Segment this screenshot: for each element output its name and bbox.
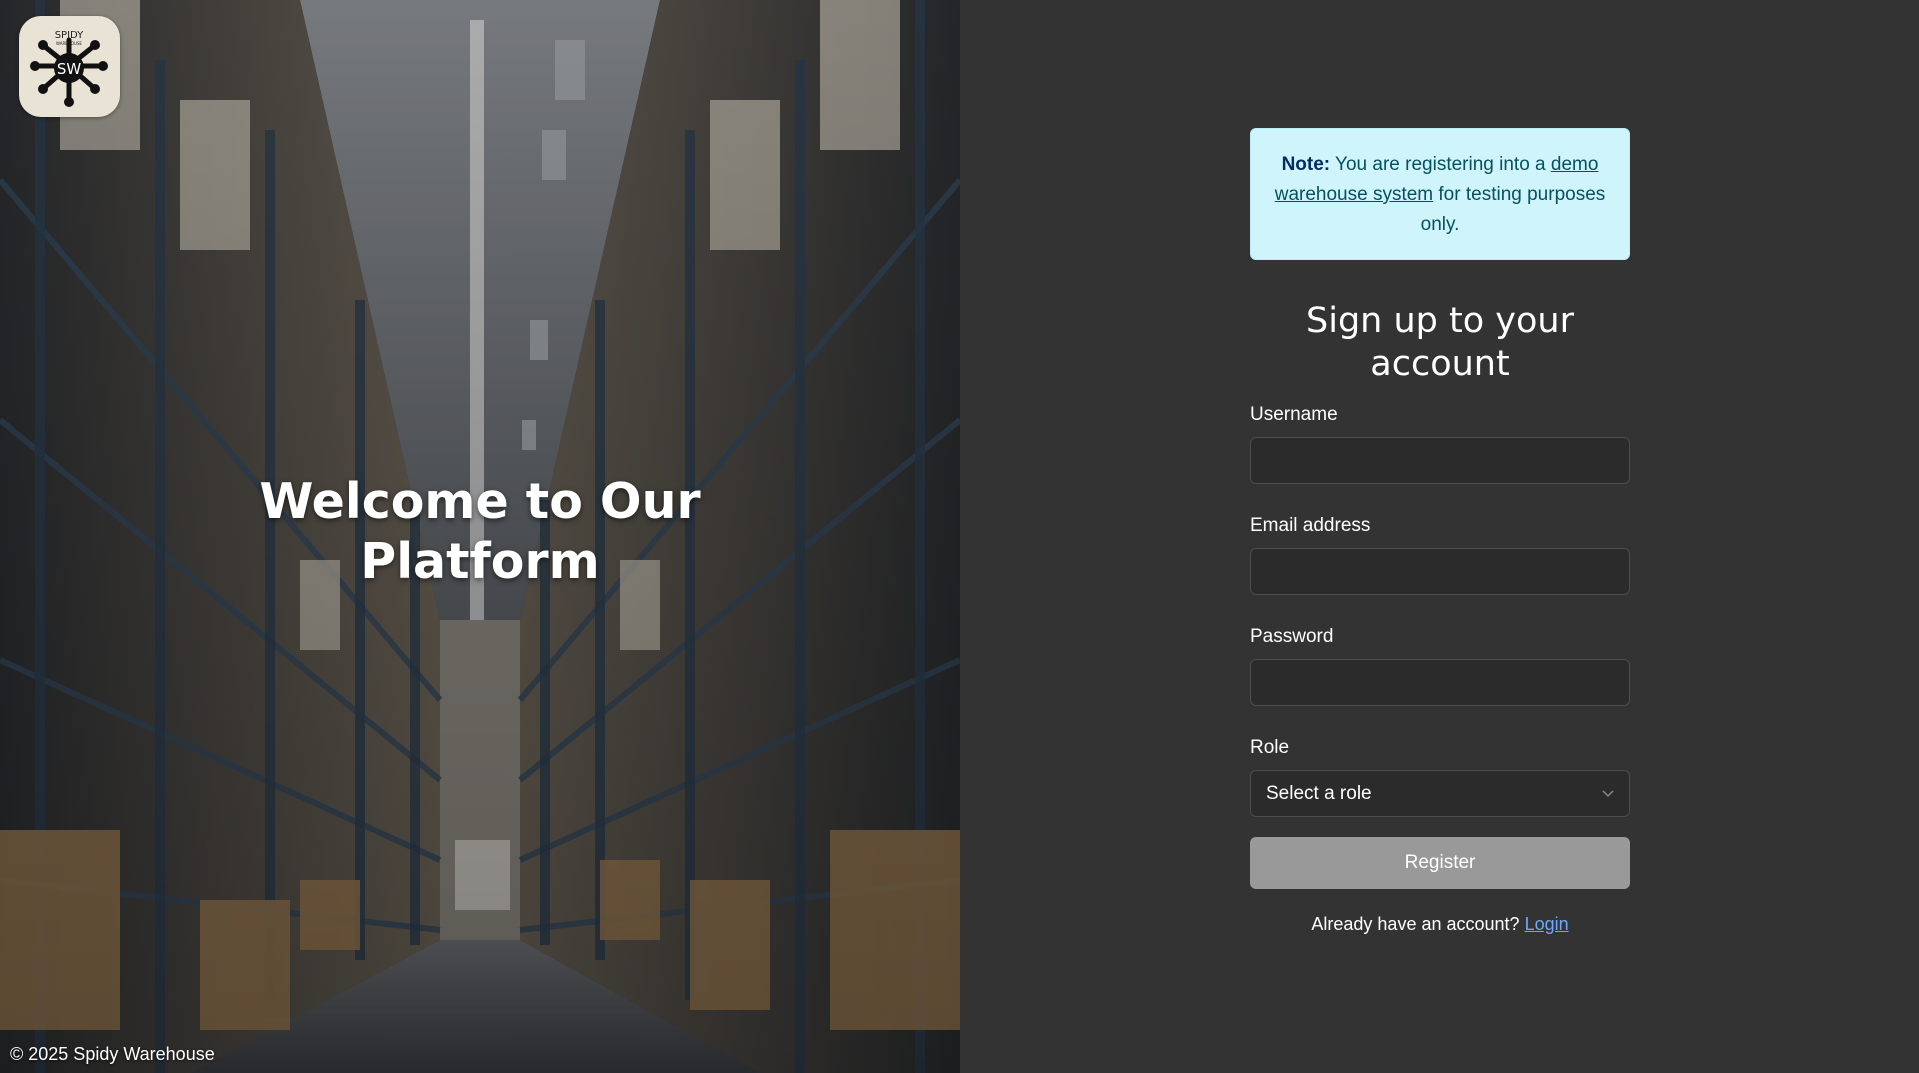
role-label: Role [1250,737,1290,758]
username-label: Username [1250,404,1338,425]
login-prompt-text: Already have an account? [1311,914,1520,934]
username-input[interactable] [1250,437,1630,484]
role-select[interactable]: Select a role [1250,770,1630,817]
hero-title: Welcome to Our Platform [259,473,701,590]
logo-initials: SW [57,60,82,78]
register-page: SPIDY WAREHOUSE [0,0,1919,1073]
note-label: Note: [1281,154,1331,175]
register-button[interactable]: Register [1250,837,1630,889]
role-field-group: Role Select a role [1250,737,1630,817]
email-input[interactable] [1250,548,1630,595]
copyright-text: © 2025 Spidy Warehouse [10,1044,215,1064]
chevron-down-icon [1602,790,1614,798]
username-field-group: Username [1250,404,1630,484]
password-input[interactable] [1250,659,1630,706]
password-label: Password [1250,626,1334,647]
demo-note-alert: Note: You are registering into a demo wa… [1250,128,1630,260]
role-selected-value: Select a role [1266,783,1372,804]
password-field-group: Password [1250,626,1630,706]
note-text-before: You are registering into a [1330,154,1551,175]
hero-panel: SPIDY WAREHOUSE [0,0,960,1073]
email-field-group: Email address [1250,515,1630,595]
form-panel: Note: You are registering into a demo wa… [960,0,1919,1073]
register-form: Note: You are registering into a demo wa… [1250,128,1630,935]
form-title: Sign up to your account [1306,301,1574,384]
login-link[interactable]: Login [1525,914,1569,934]
login-prompt-line: Already have an account? Login [1250,914,1630,935]
note-text-after: for testing purposes only. [1420,184,1606,235]
email-label: Email address [1250,515,1371,536]
spider-logo-icon: SPIDY WAREHOUSE [30,30,108,107]
spidy-warehouse-logo[interactable]: SPIDY WAREHOUSE [19,16,120,117]
